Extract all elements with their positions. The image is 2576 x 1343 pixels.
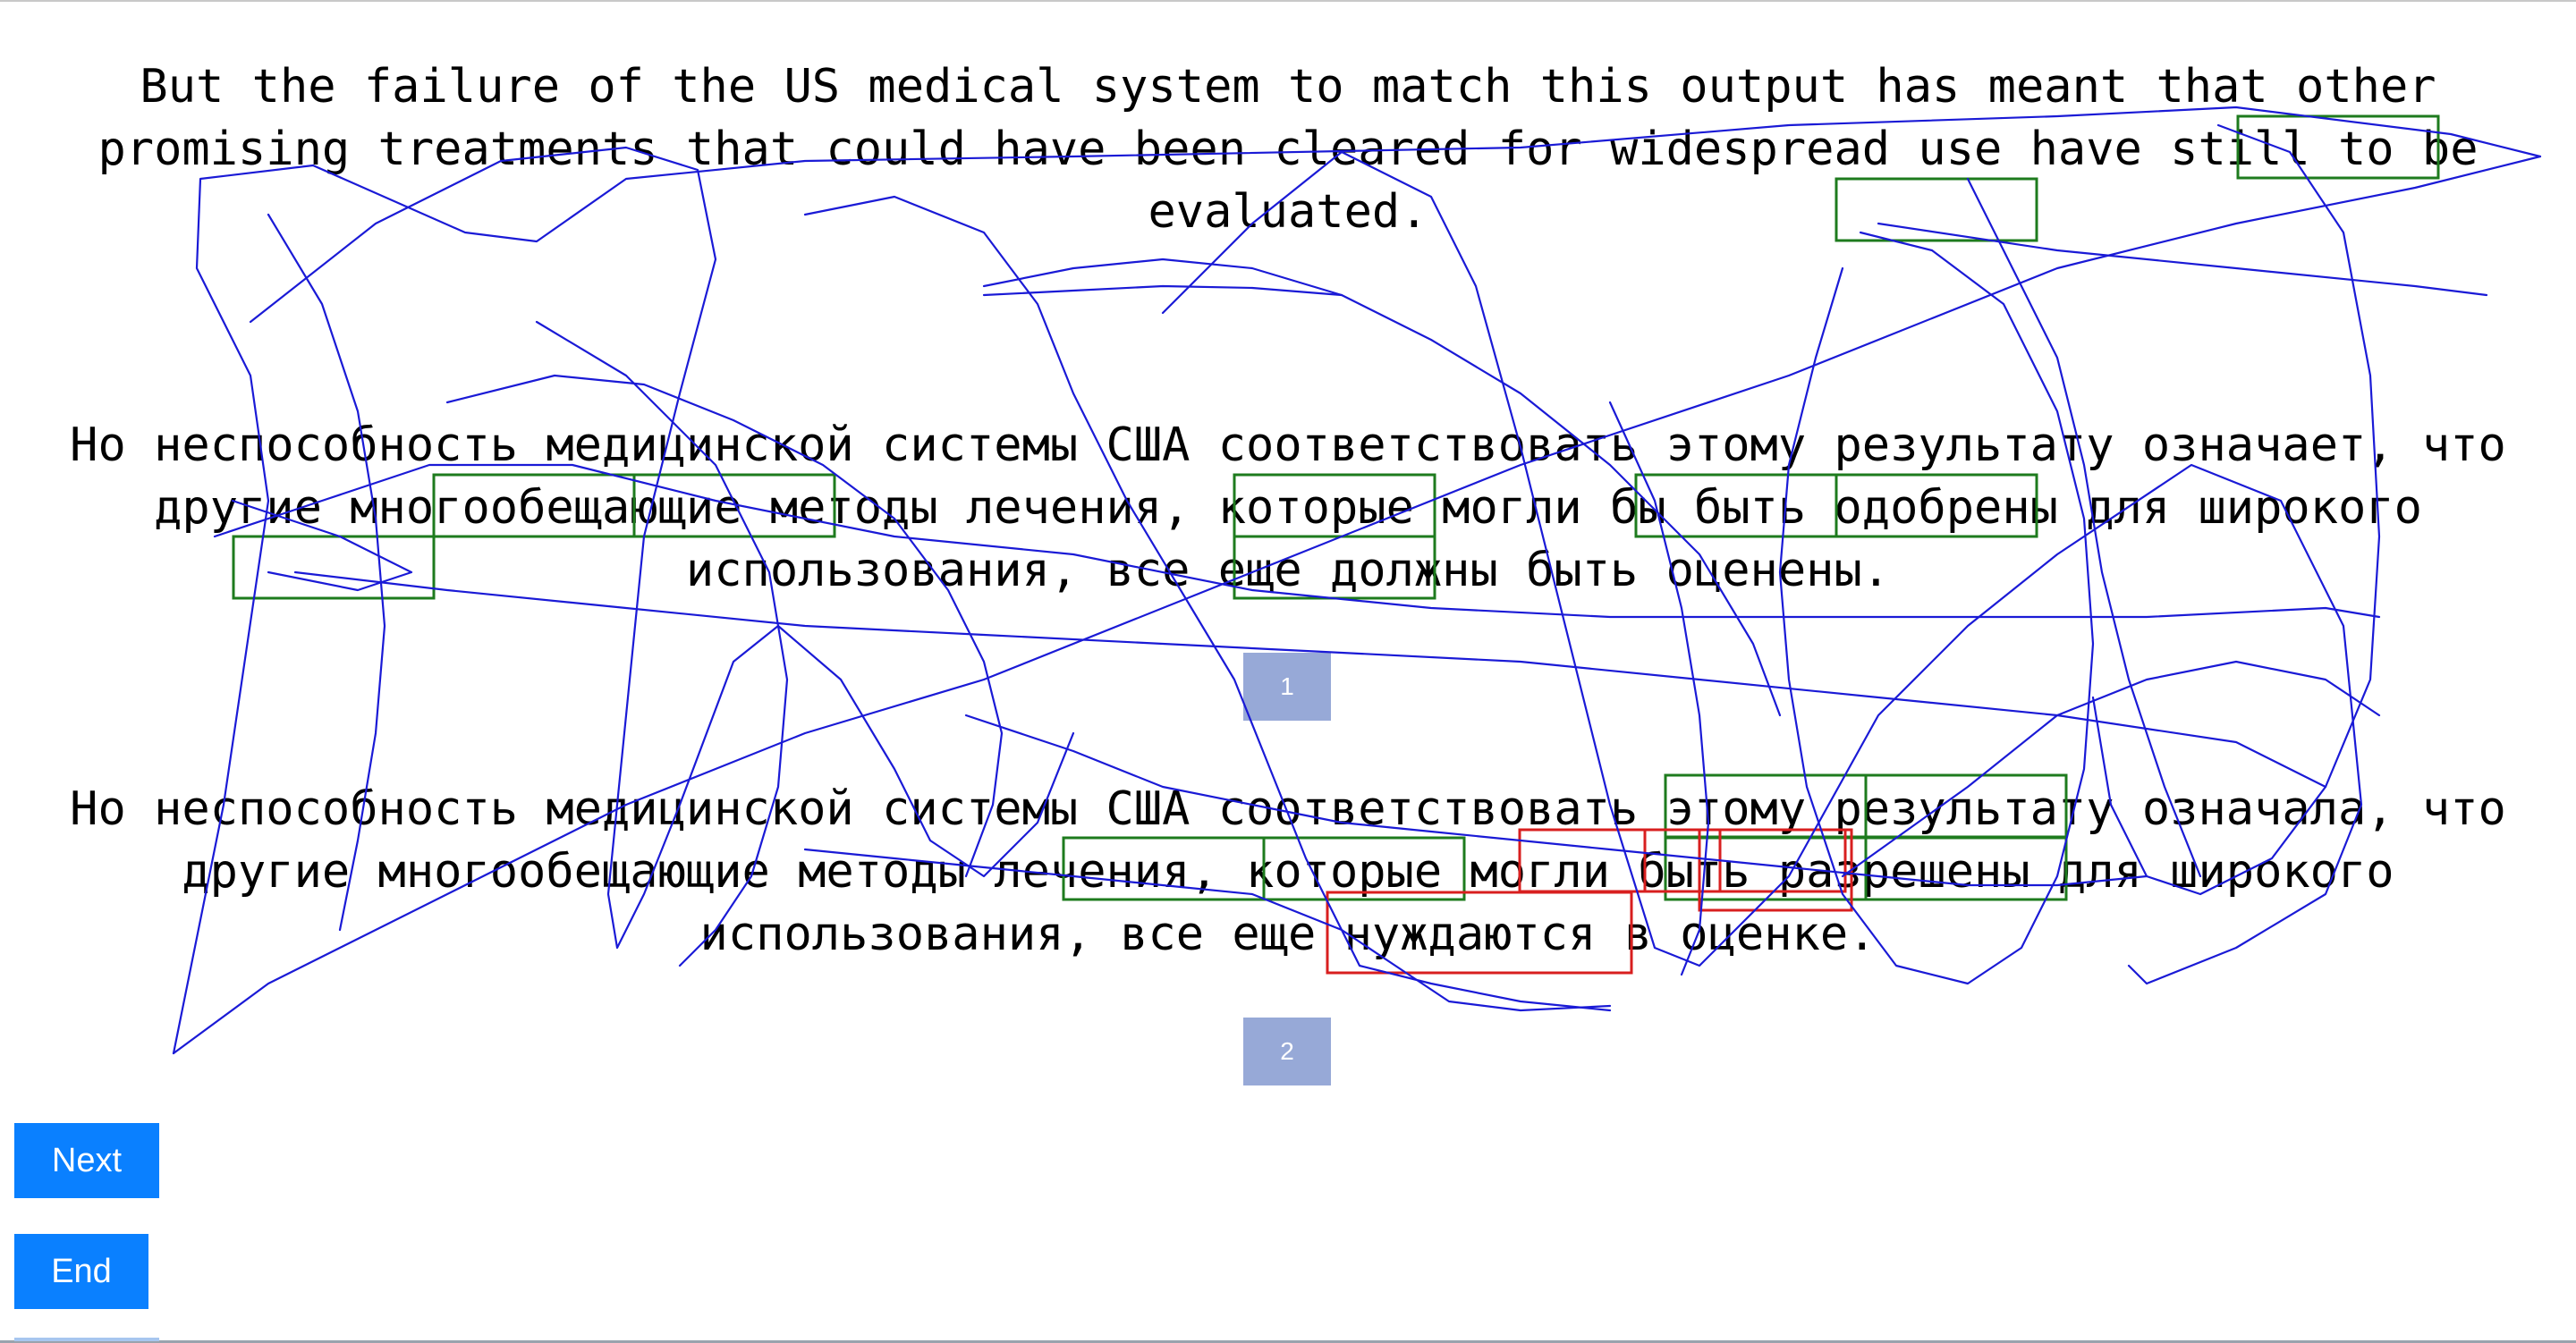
cut-off-button-edge: [14, 1338, 159, 1341]
reference-translation: Но неспособность медицинской системы США…: [70, 418, 2506, 597]
candidate-translation: Но неспособность медицинской системы США…: [70, 782, 2506, 961]
next-button[interactable]: Next: [14, 1123, 159, 1198]
source-sentence: But the failure of the US medical system…: [97, 60, 2479, 239]
translation-label-1: 1: [1243, 653, 1331, 721]
end-button[interactable]: End: [14, 1234, 148, 1309]
translation-label-2: 2: [1243, 1018, 1331, 1085]
